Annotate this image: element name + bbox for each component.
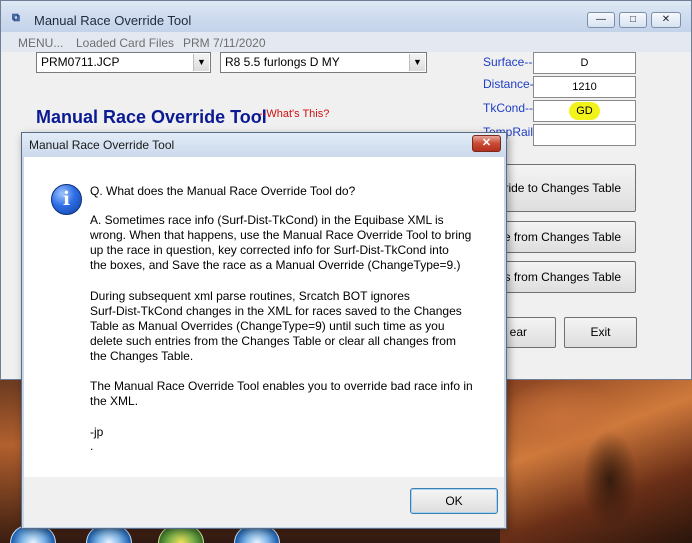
menu-bar: MENU... Loaded Card Files PRM 7/11/2020 [1,32,691,52]
dialog-title: Manual Race Override Tool [29,138,175,152]
menu-item-loaded-card-files[interactable]: Loaded Card Files [76,36,174,50]
ok-button[interactable]: OK [410,488,498,514]
menu-item-prm-date[interactable]: PRM 7/11/2020 [183,36,266,50]
text-line: delete such entries from the Changes Tab… [90,334,456,348]
text-line: wrong. When that happens, use the Manual… [90,228,472,242]
temprail-field[interactable] [533,124,636,146]
race-combo-value: R8 5.5 furlongs D MY [225,55,340,69]
tkcond-value-highlight: GD [569,102,600,120]
exit-button[interactable]: Exit [564,317,637,348]
text-line: Surf-Dist-TkCond changes in the XML for … [90,304,462,318]
dialog-paragraph-3: The Manual Race Override Tool enables yo… [90,379,490,409]
dialog-footer: OK [24,477,504,527]
dialog-trailing-dot: . [90,439,94,453]
surface-label: Surface--- [483,55,537,69]
card-file-combo[interactable]: PRM0711.JCP ▼ [36,52,211,73]
info-dialog: Manual Race Override Tool ✕ i Q. What do… [21,132,507,529]
text-line: the boxes, and Save the race as a Manual… [90,258,461,272]
dialog-paragraph-1: A. Sometimes race info (Surf-Dist-TkCond… [90,213,490,273]
text-line: the XML. [90,394,139,408]
dialog-paragraph-2: During subsequent xml parse routines, Sr… [90,289,490,364]
dialog-body: i Q. What does the Manual Race Override … [24,157,504,477]
app-icon: ⧉ [12,12,20,24]
wallpaper-canyon [500,370,692,543]
whats-this-link[interactable]: --What's This? [259,108,329,120]
text-line: Table as Manual Overrides (ChangeType=9)… [90,319,445,333]
info-icon: i [51,184,82,215]
chevron-down-icon[interactable]: ▼ [409,54,425,71]
dialog-question: Q. What does the Manual Race Override To… [90,184,356,198]
chevron-down-icon[interactable]: ▼ [193,54,209,71]
text-line: A. Sometimes race info (Surf-Dist-TkCond… [90,213,444,227]
card-file-combo-value: PRM0711.JCP [41,55,120,69]
maximize-button[interactable]: □ [619,12,647,28]
dialog-titlebar[interactable]: Manual Race Override Tool ✕ [22,133,506,157]
distance-field[interactable]: 1210 [533,76,636,98]
surface-field[interactable]: D [533,52,636,74]
race-combo[interactable]: R8 5.5 furlongs D MY ▼ [220,52,427,73]
tkcond-field[interactable]: GD [533,100,636,122]
minimize-button[interactable]: — [587,12,615,28]
tool-title: Manual Race Override Tool [36,107,267,127]
text-line: up the race in question, key corrected i… [90,243,449,257]
text-line: During subsequent xml parse routines, Sr… [90,289,410,303]
wallpaper-rock-left [0,380,22,543]
tkcond-label: TkCond--- [483,101,538,115]
main-window-title: Manual Race Override Tool [34,13,192,28]
close-button[interactable]: ✕ [651,12,681,28]
dialog-close-button[interactable]: ✕ [472,135,501,152]
main-titlebar[interactable]: ⧉ Manual Race Override Tool — □ ✕ [1,1,691,32]
dialog-signature: -jp [90,425,104,439]
text-line: The Manual Race Override Tool enables yo… [90,379,473,393]
menu-item-menu[interactable]: MENU... [18,36,63,50]
text-line: the Changes Table. [90,349,194,363]
